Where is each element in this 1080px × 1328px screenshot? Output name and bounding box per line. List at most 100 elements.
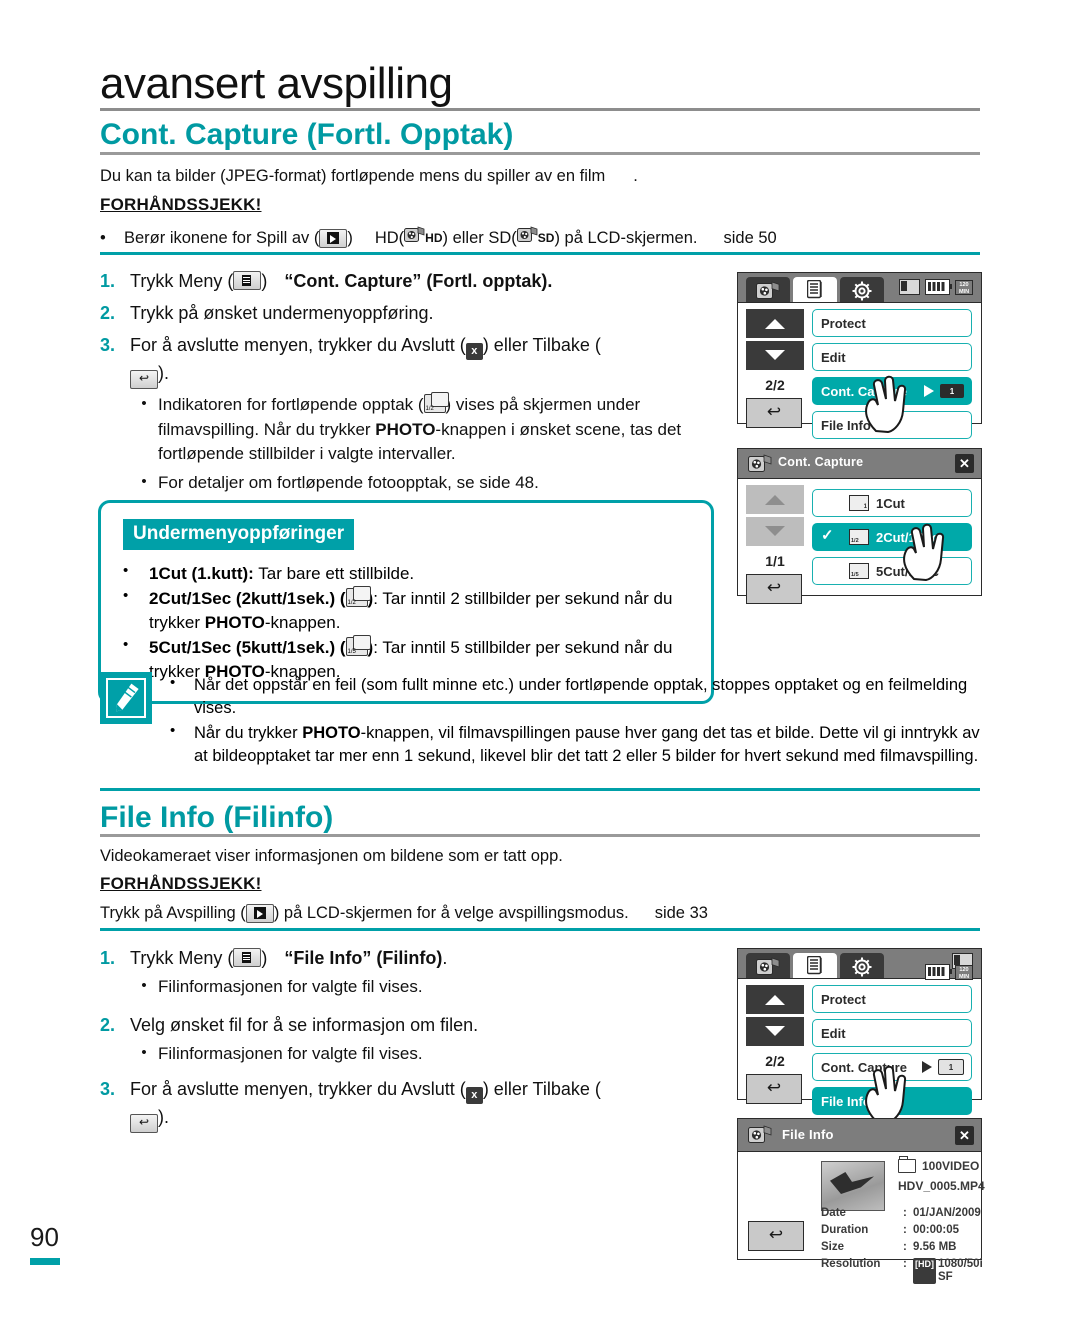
- file-info-rows: Date : 01/JAN/2009 Duration : 00:00:05 S…: [821, 1207, 983, 1288]
- back-button[interactable]: ↩: [746, 398, 802, 428]
- menu-item-accessories: 1: [922, 1059, 964, 1075]
- option-1cut[interactable]: 1 1Cut: [812, 489, 972, 517]
- precheck-text-b: ): [347, 229, 353, 247]
- scroll-down-button[interactable]: [746, 1017, 804, 1046]
- battery-icon: [925, 964, 952, 980]
- precheck-label-1: FORHÅNDSSJEKK!: [100, 195, 262, 214]
- lcd1-menu-list: Protect Edit Cont. Capture 1 File Info: [812, 309, 972, 445]
- lcd2-sidebar: 1/1 ↩: [746, 485, 804, 604]
- option-label: 1Cut: [876, 495, 905, 511]
- bullet-dot: •: [123, 587, 129, 605]
- submenu-item-1cut-bold: 1Cut (1.kutt):: [149, 564, 254, 583]
- step2-3-number: 3.: [100, 1079, 116, 1100]
- section-title-cont-capture: Cont. Capture (Fortl. Opptak): [100, 118, 514, 151]
- bullet-dot: •: [123, 562, 129, 579]
- burst-capture-icon: 1/2: [345, 586, 371, 608]
- close-icon[interactable]: ✕: [955, 1126, 974, 1145]
- precheck-text-e: ) eller SD(: [442, 229, 517, 247]
- file-info-row-duration: Duration : 00:00:05: [821, 1224, 973, 1237]
- exit-icon: x: [465, 343, 483, 361]
- tab-settings[interactable]: [840, 953, 884, 978]
- option-2cut-1sec[interactable]: ✓ 1/2 2Cut/1Sec: [812, 523, 972, 551]
- section-divider-1: [100, 152, 980, 155]
- chevron-right-icon: [924, 385, 934, 397]
- step-1-text: Trykk Meny () “Cont. Capture” (Fortl. op…: [130, 268, 552, 294]
- tab-menu[interactable]: [793, 953, 837, 978]
- precheck2-text-a: Trykk på Avspilling (: [100, 904, 246, 922]
- close-icon[interactable]: ✕: [955, 454, 974, 473]
- min-top: 120: [959, 966, 969, 973]
- cut-count-chip: 1: [940, 384, 964, 398]
- menu-item-accessories: 1: [924, 384, 964, 398]
- menu-item-label: Edit: [821, 1025, 846, 1041]
- precheck-page-ref-2: side 33: [654, 904, 708, 922]
- row-value: 9.56 MB: [913, 1241, 957, 1253]
- precheck-line-2: Trykk på Avspilling ( ) på LCD-skjermen …: [100, 902, 980, 925]
- lcd-status-icons: 120 MIN: [899, 279, 973, 295]
- min-top: 120: [959, 281, 969, 288]
- page-indicator: 2/2: [765, 1053, 785, 1069]
- lcd-screen-cont-capture-menu: 120 MIN 2/2 ↩ Protect Edit Cont. Capture…: [737, 272, 982, 439]
- sd-label: SD: [537, 231, 555, 246]
- burst-icon-label: 1/2: [347, 600, 356, 607]
- tab-settings[interactable]: [840, 277, 884, 302]
- section1-intro: Du kan ta bilder (JPEG-format) fortløpen…: [100, 165, 980, 188]
- hd-badge: [HD]: [913, 1258, 936, 1284]
- icon-label: 1: [863, 504, 867, 510]
- file-name: HDV_0005.MP4: [898, 1179, 985, 1193]
- bullet-dot: •: [170, 722, 176, 740]
- step-1-bold: “Cont. Capture”: [284, 271, 422, 291]
- menu-icon: [233, 948, 262, 967]
- menu-item-cont-capture[interactable]: Cont. Capture 1: [812, 1053, 972, 1081]
- menu-icon: [233, 271, 262, 290]
- step2-1: 1. Trykk Meny () “File Info” (Filinfo). …: [100, 945, 720, 1000]
- step-3-sub-1-text: Indikatoren for fortløpende opptak (1/2)…: [158, 392, 720, 467]
- submenu-item-1cut-rest: Tar bare ett stillbilde.: [253, 564, 415, 583]
- menu-item-edit[interactable]: Edit: [812, 343, 972, 371]
- recording-time-icon: 120 MIN: [955, 964, 973, 980]
- film-sd-icon: [516, 226, 538, 251]
- scroll-up-button[interactable]: [746, 985, 804, 1014]
- steps-cont-capture: 1. Trykk Meny () “Cont. Capture” (Fortl.…: [100, 268, 720, 502]
- menu-item-label: File Info: [821, 1093, 871, 1109]
- precheck-text-c: HD(: [374, 229, 405, 247]
- menu-item-protect[interactable]: Protect: [812, 309, 972, 337]
- step2-2-sub: • Filinformasjonen for valgte fil vises.: [130, 1042, 478, 1067]
- note-2-pre: Når du trykker: [194, 724, 303, 743]
- tab-playback[interactable]: [746, 277, 790, 302]
- submenu-item-2cut-text: 2Cut/1Sec (2kutt/1sek.) (1/2): Tar innti…: [149, 586, 673, 632]
- row-sep: :: [903, 1241, 907, 1253]
- tab-menu[interactable]: [793, 277, 837, 302]
- scroll-down-button[interactable]: [746, 517, 804, 546]
- file-thumbnail: [821, 1161, 885, 1211]
- menu-item-label: Edit: [821, 349, 846, 365]
- burst-capture-icon: 1/2: [423, 392, 449, 414]
- single-shot-icon: 1: [849, 495, 869, 511]
- row-key: Duration: [821, 1224, 869, 1236]
- step2-1-text: Trykk Meny () “File Info” (Filinfo). • F…: [130, 945, 447, 1000]
- menu-item-edit[interactable]: Edit: [812, 1019, 972, 1047]
- scroll-down-button[interactable]: [746, 341, 804, 370]
- menu-item-file-info[interactable]: File Info: [812, 411, 972, 439]
- menu-item-file-info[interactable]: File Info: [812, 1087, 972, 1115]
- menu-item-label: Cont. Capture: [821, 1059, 907, 1075]
- scroll-up-button[interactable]: [746, 309, 804, 338]
- back-button[interactable]: ↩: [746, 574, 802, 604]
- lcd4-title: File Info: [782, 1127, 834, 1142]
- scroll-up-button[interactable]: [746, 485, 804, 514]
- back-button[interactable]: ↩: [748, 1221, 804, 1251]
- play-icon: [319, 229, 348, 249]
- bullet-dot: •: [100, 229, 106, 247]
- menu-item-cont-capture[interactable]: Cont. Capture 1: [812, 377, 972, 405]
- note-item-2-text: Når du trykker PHOTO-knappen, vil filmav…: [194, 722, 988, 768]
- tab-playback[interactable]: [746, 953, 790, 978]
- back-button[interactable]: ↩: [746, 1074, 802, 1104]
- menu-item-protect[interactable]: Protect: [812, 985, 972, 1013]
- option-label: 5Cut/1Sec: [876, 563, 939, 579]
- step2-1-sub: • Filinformasjonen for valgte fil vises.: [130, 975, 447, 1000]
- folder-icon: [898, 1156, 916, 1173]
- option-5cut-1sec[interactable]: 1/5 5Cut/1Sec: [812, 557, 972, 585]
- bullet-dot: •: [170, 674, 176, 691]
- precheck-line-1: • Berør ikonene for Spill av ( ) HD( HD …: [100, 226, 980, 251]
- lcd-tabs: [746, 273, 887, 302]
